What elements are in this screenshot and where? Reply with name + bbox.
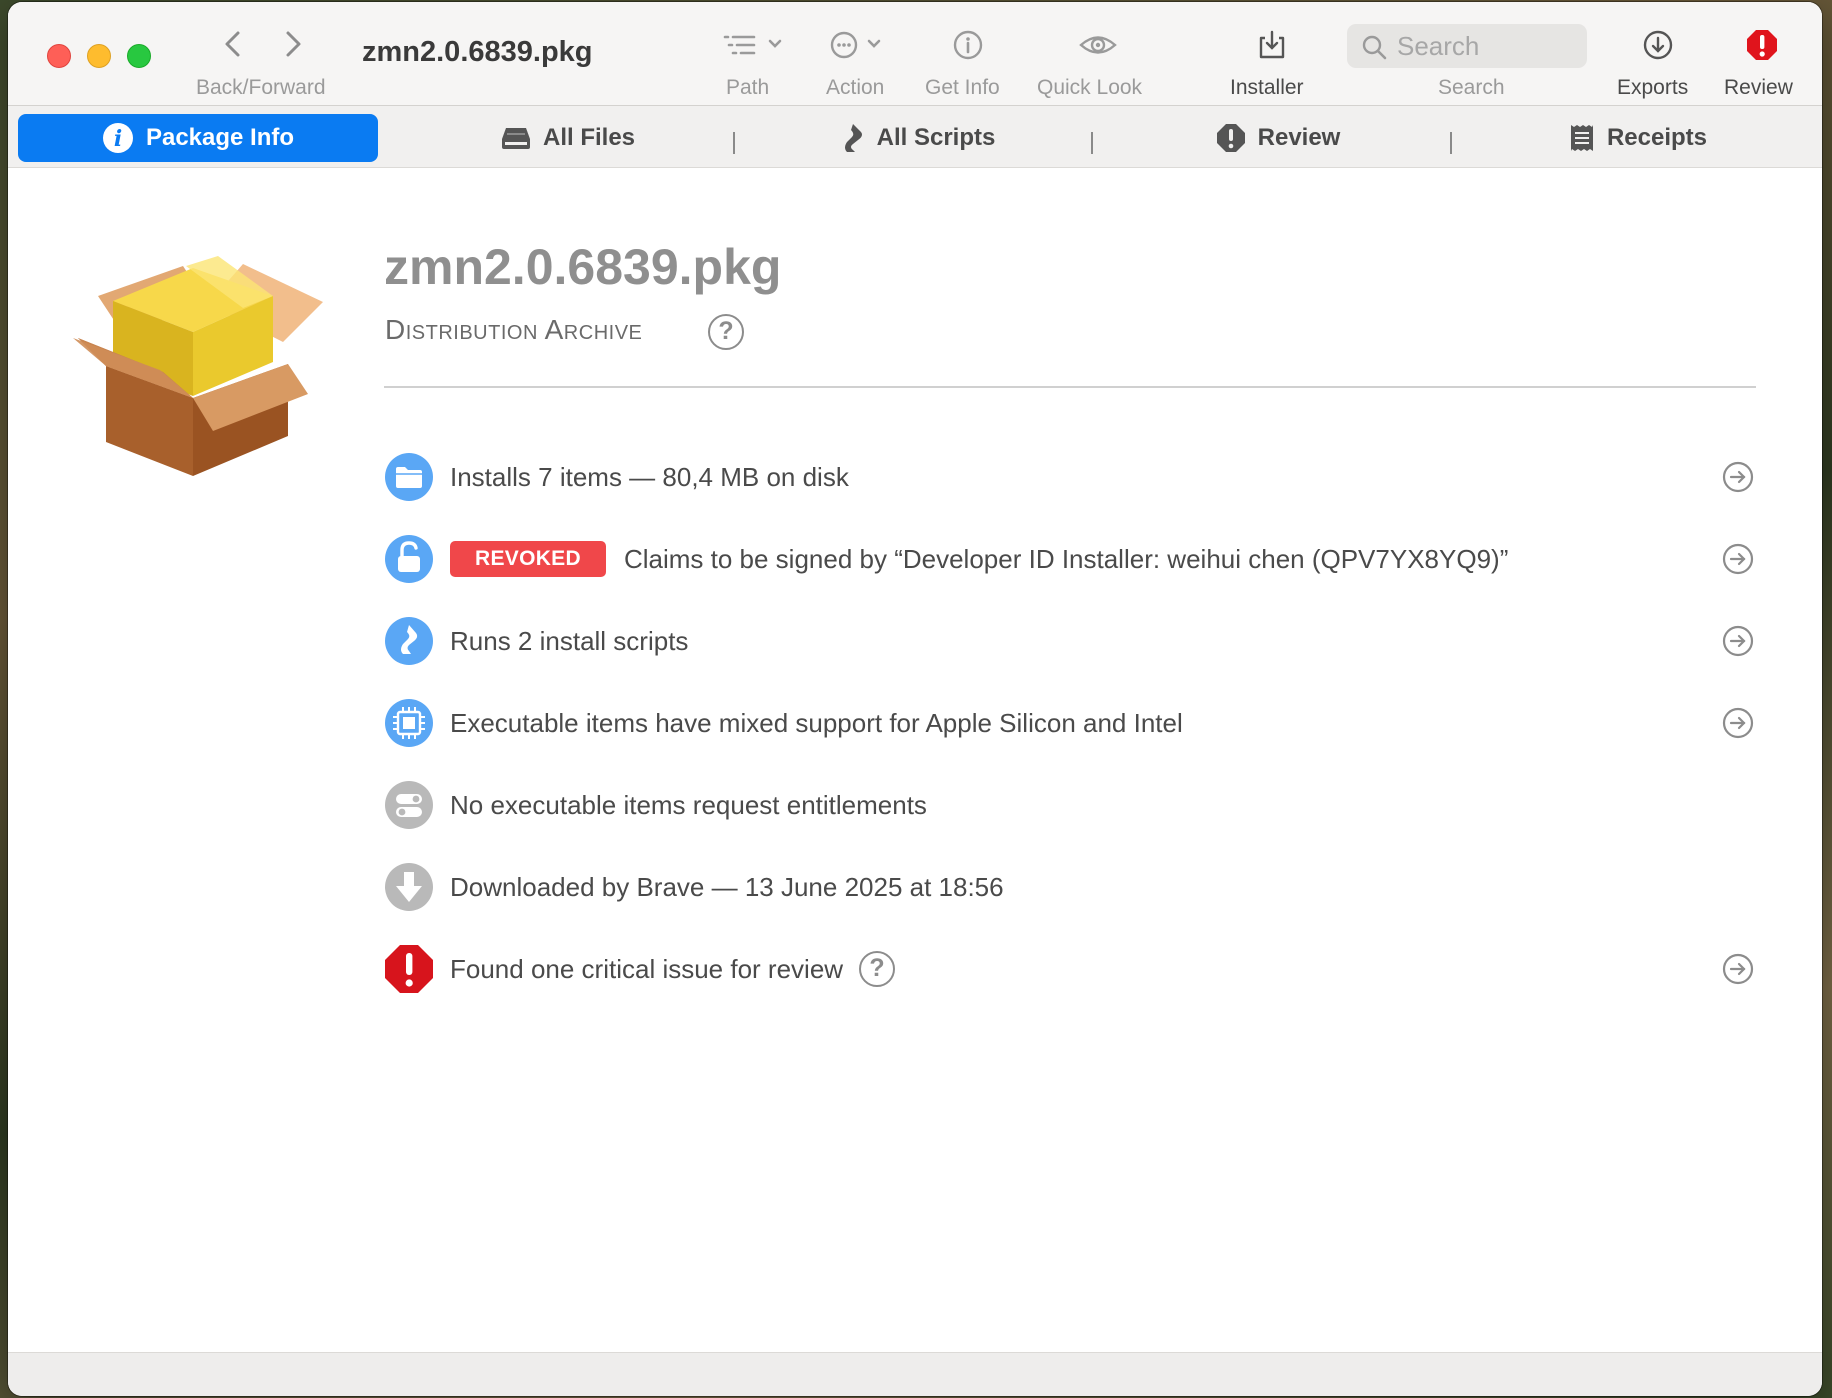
review-toolbar-button[interactable] (1744, 26, 1780, 64)
path-list-icon (723, 35, 782, 55)
tab-label: All Files (542, 124, 636, 151)
tab-label: Review (1257, 124, 1341, 151)
summary-row-review[interactable]: Found one critical issue for review ? (384, 941, 1768, 997)
quick-look-button[interactable] (1076, 26, 1120, 64)
summary-row-scripts[interactable]: Runs 2 install scripts (384, 613, 1768, 669)
arrow-circle-right-icon[interactable] (1722, 953, 1754, 985)
critical-stop-icon (1747, 30, 1777, 60)
help-button[interactable]: ? (859, 951, 896, 987)
critical-stop-icon (384, 944, 434, 994)
zoom-window-button[interactable] (127, 44, 151, 68)
action-button[interactable] (826, 26, 896, 64)
action-label: Action (826, 76, 885, 99)
summary-row-installs[interactable]: Installs 7 items — 80,4 MB on disk (384, 449, 1768, 505)
search-icon (1362, 35, 1387, 60)
minimize-window-button[interactable] (87, 44, 111, 68)
installer-button[interactable] (1254, 26, 1290, 64)
review-toolbar-label: Review (1724, 76, 1793, 99)
exports-button[interactable] (1640, 26, 1676, 64)
header-divider (384, 386, 1756, 388)
unlocked-padlock-icon (384, 534, 434, 584)
search-label: Search (1438, 76, 1505, 99)
tab-separator (1450, 132, 1452, 154)
tab-receipts[interactable]: Receipts (1488, 114, 1788, 162)
path-label: Path (726, 76, 770, 99)
tab-review[interactable]: Review (1128, 114, 1428, 162)
back-chevron-icon[interactable] (214, 24, 254, 64)
close-window-button[interactable] (47, 44, 71, 68)
eye-icon (1079, 36, 1117, 54)
info-circle-icon (953, 30, 983, 60)
tab-all-files[interactable]: All Files (408, 114, 728, 162)
arrow-circle-right-icon[interactable] (1722, 625, 1754, 657)
summary-text: Found one critical issue for review (450, 953, 844, 984)
ellipsis-circle-icon (830, 31, 881, 59)
folder-icon (384, 452, 434, 502)
arrow-circle-right-icon[interactable] (1722, 543, 1754, 575)
revoked-badge: REVOKED (450, 541, 606, 577)
summary-row-download: Downloaded by Brave — 13 June 2025 at 18… (384, 859, 1768, 915)
quick-look-label: Quick Look (1037, 76, 1143, 99)
package-info-pane: zmn2.0.6839.pkg Distribution Archive ? I… (8, 168, 1822, 1352)
summary-row-entitlements: No executable items request entitlements (384, 777, 1768, 833)
back-forward-control (208, 24, 328, 64)
arrow-circle-right-icon[interactable] (1722, 707, 1754, 739)
tab-separator (733, 132, 735, 154)
search-field[interactable] (1347, 24, 1587, 68)
info-icon: i (102, 123, 133, 153)
toggles-icon (384, 780, 434, 830)
arrow-circle-right-icon[interactable] (1722, 461, 1754, 493)
get-info-label: Get Info (925, 76, 1000, 99)
forward-chevron-icon[interactable] (272, 24, 312, 64)
help-button[interactable]: ? (708, 314, 744, 350)
exports-label: Exports (1617, 76, 1689, 99)
package-kind: Distribution Archive (385, 314, 643, 345)
drive-icon (501, 128, 530, 149)
script-icon (844, 124, 862, 152)
package-name: zmn2.0.6839.pkg (384, 239, 782, 295)
summary-text: Installs 7 items — 80,4 MB on disk (450, 461, 849, 492)
window-title: zmn2.0.6839.pkg (362, 36, 593, 68)
summary-text: Executable items have mixed support for … (450, 707, 1183, 738)
get-info-button[interactable] (948, 26, 988, 64)
summary-row-signature[interactable]: REVOKED Claims to be signed by “Develope… (384, 531, 1768, 587)
script-icon (384, 616, 434, 666)
tab-label: All Scripts (876, 124, 996, 151)
tab-label: Receipts (1606, 124, 1708, 151)
installer-tray-icon (1259, 30, 1285, 59)
svg-text:i: i (114, 126, 122, 152)
app-window: Back/Forward zmn2.0.6839.pkg Path Action… (8, 2, 1822, 1396)
receipt-icon (1570, 125, 1593, 151)
tab-bar: i Package Info All Files All Scripts Rev… (8, 106, 1822, 168)
download-arrow-icon (384, 862, 434, 912)
chip-icon (384, 698, 434, 748)
toolbar: Back/Forward zmn2.0.6839.pkg Path Action… (8, 2, 1822, 106)
package-box-icon (73, 256, 323, 476)
tab-package-info[interactable]: i Package Info (18, 114, 378, 162)
tab-separator (1091, 132, 1093, 154)
path-button[interactable] (715, 26, 795, 64)
summary-text: No executable items request entitlements (450, 789, 927, 820)
tab-label: Package Info (145, 124, 295, 151)
summary-row-architectures[interactable]: Executable items have mixed support for … (384, 695, 1768, 751)
summary-text: Downloaded by Brave — 13 June 2025 at 18… (450, 871, 1004, 902)
tab-all-scripts[interactable]: All Scripts (768, 114, 1068, 162)
installer-label: Installer (1230, 76, 1304, 99)
summary-text: Runs 2 install scripts (450, 625, 689, 656)
summary-text: Claims to be signed by “Developer ID Ins… (623, 543, 1509, 574)
status-bar (8, 1352, 1822, 1396)
back-forward-label: Back/Forward (196, 76, 326, 99)
search-input[interactable] (1397, 30, 1577, 62)
download-circle-icon (1643, 30, 1673, 60)
warning-shield-icon (1216, 124, 1245, 152)
